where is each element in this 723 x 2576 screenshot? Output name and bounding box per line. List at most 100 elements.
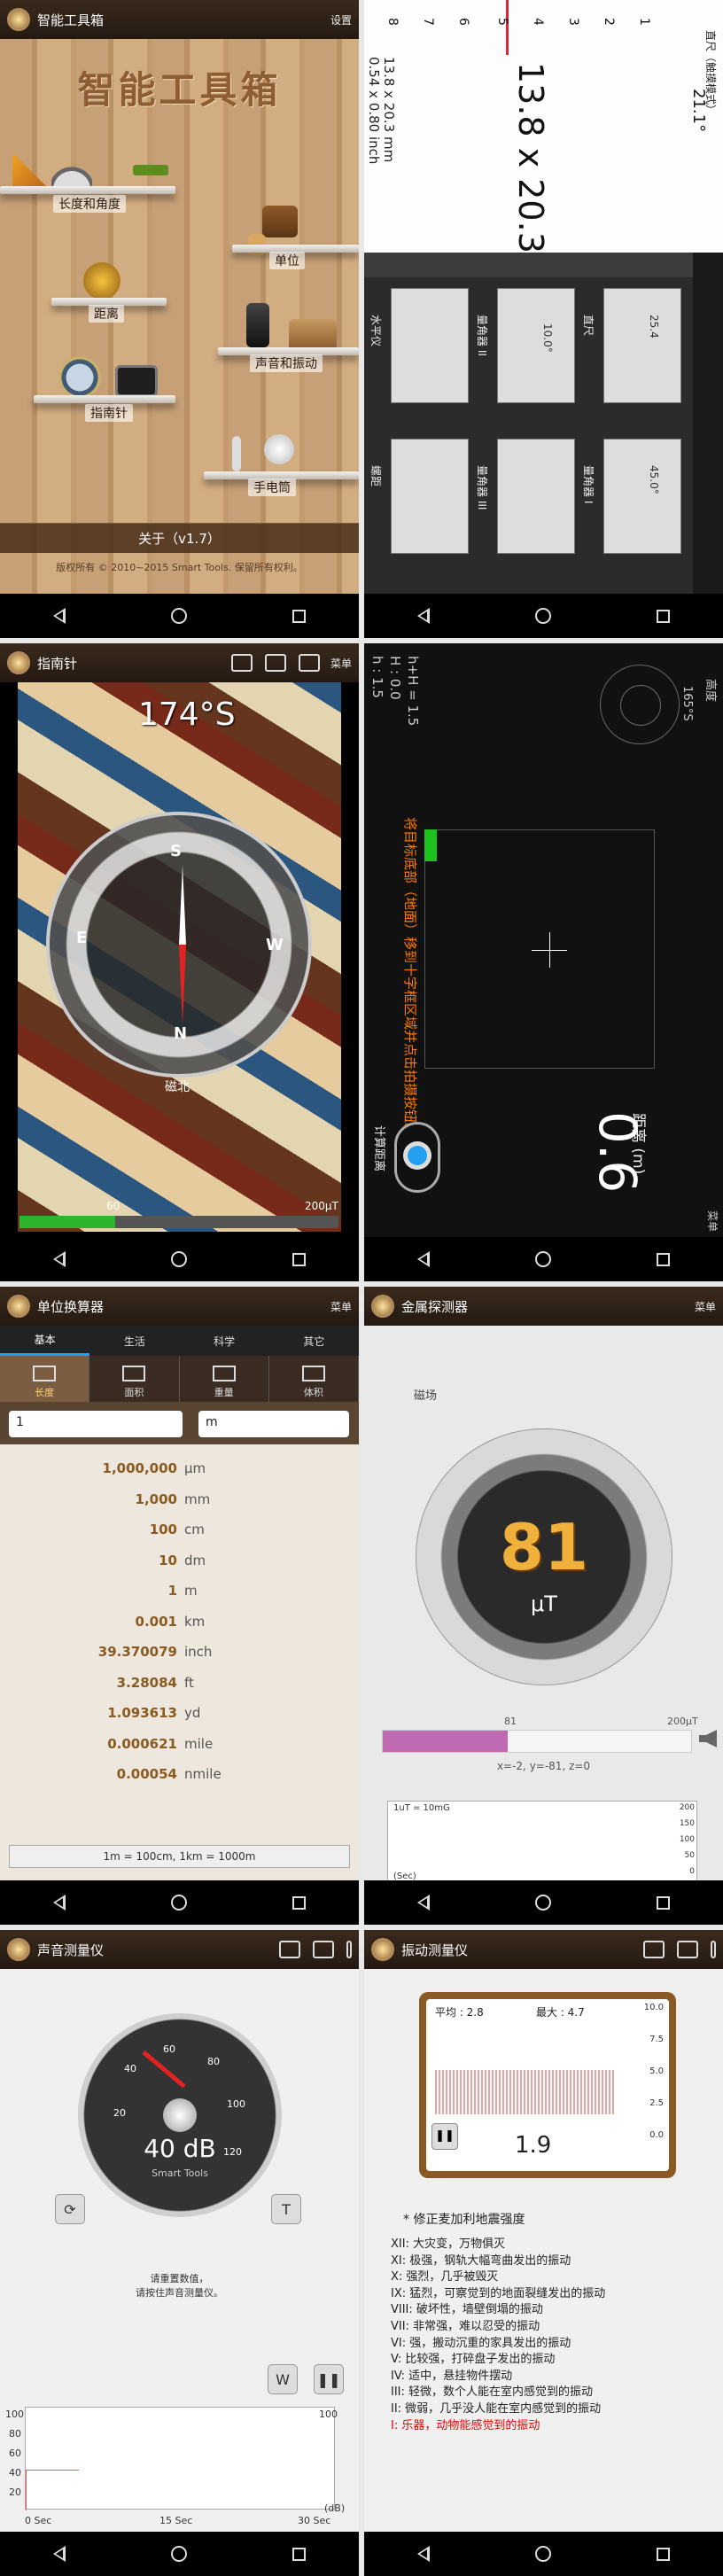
camera-icon[interactable] xyxy=(313,1941,334,1958)
menu-button[interactable]: 菜单 xyxy=(330,656,352,671)
text-button[interactable]: T xyxy=(271,2194,301,2224)
tool-label: 螺距 xyxy=(369,465,382,487)
unit-row-unit: cm xyxy=(184,1521,205,1537)
back-icon[interactable] xyxy=(371,1938,394,1961)
chart-icon[interactable] xyxy=(279,1941,300,1958)
vscale-label: 0.0 xyxy=(649,2130,664,2140)
nav-back-icon[interactable] xyxy=(416,1251,430,1267)
menu-dots-icon[interactable] xyxy=(346,1941,352,1958)
unit-book-icon[interactable] xyxy=(262,206,298,237)
nav-back-icon[interactable] xyxy=(416,2546,430,2562)
nav-home-icon[interactable] xyxy=(170,1895,187,1911)
share-icon[interactable] xyxy=(230,654,253,672)
menu-compass[interactable]: 指南针 xyxy=(85,404,133,422)
menu-length-angle[interactable]: 长度和角度 xyxy=(53,195,126,213)
value-input[interactable]: 1 xyxy=(9,1411,183,1437)
nav-home-icon[interactable] xyxy=(170,1251,187,1267)
metal-detector-screen: 金属探测器 菜单 磁场 81 μT 81 200μT x=-2, y=-81, … xyxy=(364,1287,723,1925)
subtab-volume[interactable]: 体积 xyxy=(269,1356,359,1402)
vscale-label: 10.0 xyxy=(643,2003,664,2012)
nav-recent-icon[interactable] xyxy=(292,1252,307,1266)
tool-protractor-1[interactable] xyxy=(603,439,681,554)
wood-background: 智能工具箱 长度和角度 单位 距离 声音和振动 指南针 手电筒 xyxy=(0,39,359,594)
nav-home-icon[interactable] xyxy=(534,1251,551,1267)
compass-icon[interactable] xyxy=(58,356,101,399)
height-button[interactable]: 高度 xyxy=(704,679,720,702)
nav-home-icon[interactable] xyxy=(170,2546,187,2562)
calc-toggle[interactable] xyxy=(394,1122,440,1193)
nav-back-icon[interactable] xyxy=(52,1251,66,1267)
tab-other[interactable]: 其它 xyxy=(269,1326,359,1356)
sound-meter-icon[interactable] xyxy=(246,303,269,347)
tab-basic[interactable]: 基本 xyxy=(0,1326,90,1356)
nav-recent-icon[interactable] xyxy=(292,609,307,623)
menu-distance[interactable]: 距离 xyxy=(89,305,124,323)
triangle-ruler-icon[interactable] xyxy=(12,152,50,190)
tab-life[interactable]: 生活 xyxy=(89,1326,179,1356)
nav-recent-icon[interactable] xyxy=(292,1895,307,1910)
vibration-pause-button[interactable]: ❚❚ xyxy=(431,2123,458,2150)
unit-row: 1,000,000 μm xyxy=(0,1460,359,1490)
tape-measure-icon[interactable] xyxy=(83,262,120,300)
bar-value-label: 81 xyxy=(504,1716,517,1727)
viewfinder-frame[interactable] xyxy=(424,829,655,1069)
menu-button[interactable]: 菜单 xyxy=(330,1299,352,1314)
about-button[interactable]: 关于（v1.7） xyxy=(0,523,359,553)
protractor-icon[interactable] xyxy=(51,154,92,190)
unit-row-value: 1,000 xyxy=(135,1490,177,1507)
nav-recent-icon[interactable] xyxy=(657,609,671,623)
nav-back-icon[interactable] xyxy=(52,608,66,624)
reset-button[interactable]: ⟳ xyxy=(55,2194,85,2224)
camera-icon[interactable] xyxy=(264,654,286,672)
tool-pitch[interactable] xyxy=(391,439,469,554)
subtab-weight[interactable]: 重量 xyxy=(180,1356,269,1402)
camera-icon[interactable] xyxy=(677,1941,698,1958)
settings-button[interactable]: 设置 xyxy=(330,12,352,27)
nav-back-icon[interactable] xyxy=(52,2546,66,2562)
tool-ruler[interactable] xyxy=(603,288,681,403)
nav-home-icon[interactable] xyxy=(170,608,187,624)
nav-back-icon[interactable] xyxy=(52,1895,66,1911)
tool-level[interactable] xyxy=(391,288,469,403)
tool-protractor-3[interactable] xyxy=(497,439,575,554)
weighting-button[interactable]: W xyxy=(268,2364,298,2394)
level-icon[interactable] xyxy=(133,165,168,175)
menu-unit[interactable]: 单位 xyxy=(269,252,305,269)
nav-back-icon[interactable] xyxy=(416,1895,430,1911)
tab-science[interactable]: 科学 xyxy=(180,1326,269,1356)
close-icon[interactable] xyxy=(298,654,320,672)
unit-row-unit: ft xyxy=(184,1674,194,1691)
nav-recent-icon[interactable] xyxy=(292,2547,307,2561)
nav-recent-icon[interactable] xyxy=(657,1895,671,1910)
nav-recent-icon[interactable] xyxy=(657,2547,671,2561)
tool-protractor-2[interactable] xyxy=(497,288,575,403)
nav-home-icon[interactable] xyxy=(534,608,551,624)
pause-button[interactable]: ❚❚ xyxy=(314,2364,344,2394)
tools-sheet-handle[interactable] xyxy=(364,253,723,277)
menu-flashlight[interactable]: 手电筒 xyxy=(248,479,296,496)
menu-dots-icon[interactable] xyxy=(711,1941,716,1958)
subtab-area[interactable]: 面积 xyxy=(89,1356,180,1402)
menu-button[interactable]: 菜单 xyxy=(695,1299,716,1314)
dir-west: W xyxy=(266,936,284,954)
back-icon[interactable] xyxy=(7,1295,30,1318)
subtab-length[interactable]: 长度 xyxy=(0,1356,90,1402)
vibration-meter-icon[interactable] xyxy=(289,319,337,351)
toolbox-icon xyxy=(7,8,30,31)
menu-button[interactable]: 菜单 xyxy=(705,1210,720,1232)
menu-sound-vibration[interactable]: 声音和振动 xyxy=(250,354,323,372)
flashlight-small-icon[interactable] xyxy=(232,436,241,471)
nav-home-icon[interactable] xyxy=(534,2546,551,2562)
back-icon[interactable] xyxy=(7,1938,30,1961)
compass-dial[interactable]: S E W N xyxy=(46,812,312,1078)
nav-back-icon[interactable] xyxy=(416,608,430,624)
ruler-area[interactable]: 直尺（触摸模式） 21.1° 13.8 x 20.3 mm 0.54 x 0.8… xyxy=(364,0,723,257)
unit-select[interactable]: m xyxy=(198,1411,349,1437)
chart-icon[interactable] xyxy=(643,1941,665,1958)
oscilloscope-icon[interactable] xyxy=(115,365,158,397)
speaker-icon[interactable] xyxy=(699,1730,717,1747)
nav-recent-icon[interactable] xyxy=(657,1252,671,1266)
flashlight-bulb-icon[interactable] xyxy=(264,434,294,464)
back-icon[interactable] xyxy=(371,1295,394,1318)
nav-home-icon[interactable] xyxy=(534,1895,551,1911)
